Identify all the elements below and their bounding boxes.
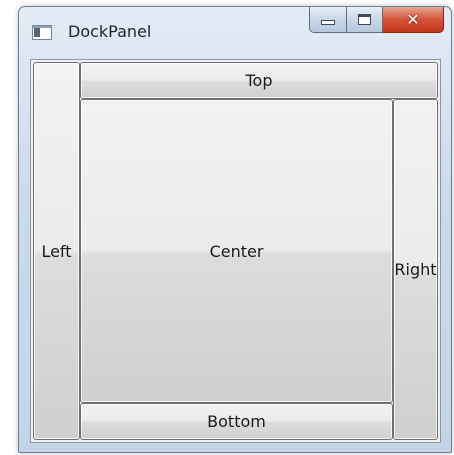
center-button[interactable]: Center [80,99,393,403]
minimize-button[interactable] [309,7,347,33]
close-button[interactable]: ✕ [383,7,444,33]
window-app-icon[interactable] [32,25,52,40]
close-icon: ✕ [406,9,420,29]
caption-buttons: ✕ [309,7,444,33]
maximize-icon [358,14,371,25]
dockpanel-window: DockPanel ✕ Left Top Right Bottom Center [18,6,452,453]
maximize-button[interactable] [347,7,383,33]
dock-panel: Left Top Right Bottom Center [30,59,441,443]
minimize-icon [321,20,335,25]
top-button[interactable]: Top [80,62,438,99]
left-button[interactable]: Left [33,62,80,440]
title-bar[interactable]: DockPanel ✕ [19,7,451,55]
right-button[interactable]: Right [393,99,438,440]
window-title: DockPanel [68,22,152,41]
bottom-button[interactable]: Bottom [80,403,393,440]
